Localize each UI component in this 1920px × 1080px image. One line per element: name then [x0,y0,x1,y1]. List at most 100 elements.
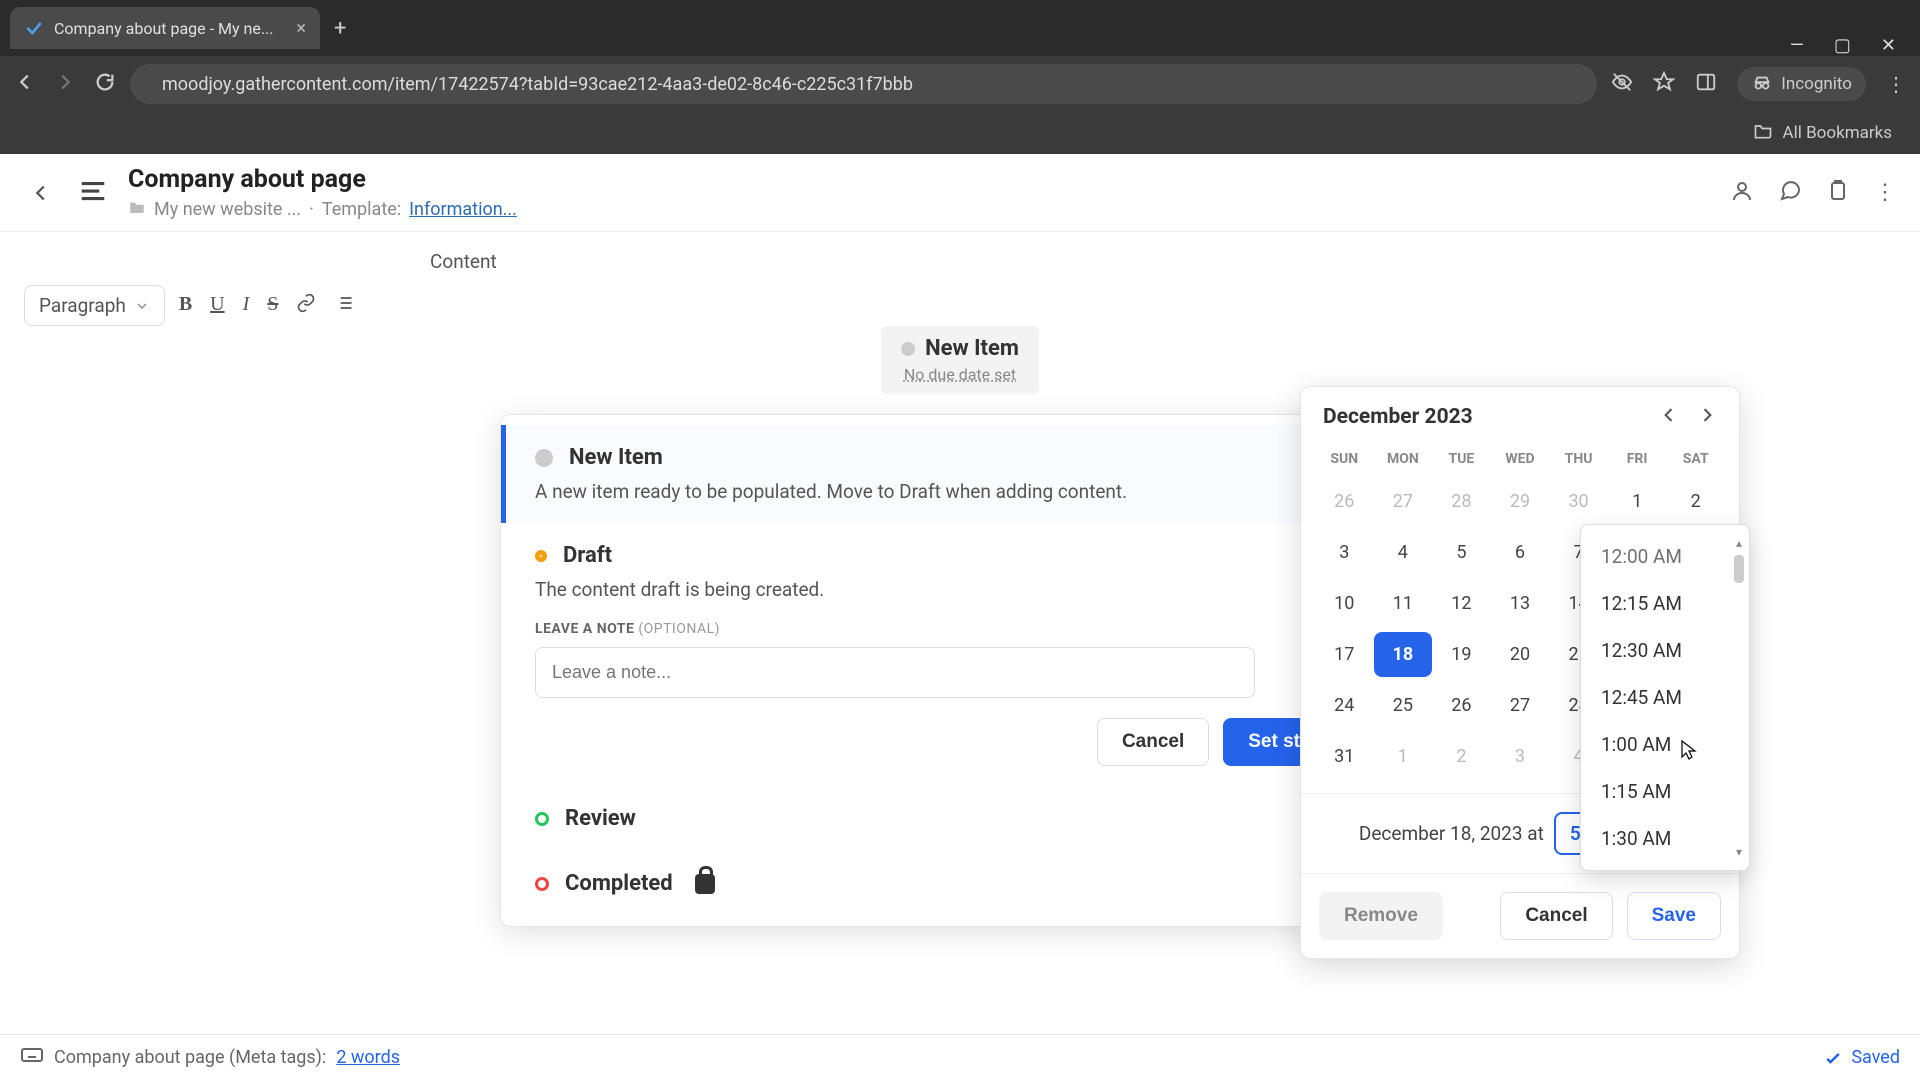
browser-tab-strip: Company about page - My ne... × + — ▢ ✕ [0,0,1920,56]
calendar-day[interactable]: 30 [1549,479,1608,524]
save-button[interactable]: Save [1627,892,1721,940]
time-option[interactable]: 1:15 AM [1581,768,1749,815]
calendar-day[interactable]: 10 [1315,581,1374,626]
list-icon[interactable] [334,293,354,319]
template-label: Template: [322,199,401,220]
minimize-icon[interactable]: — [1790,35,1804,56]
maximize-icon[interactable]: ▢ [1834,35,1851,56]
workflow-step-completed[interactable]: Completed [501,851,1409,916]
breadcrumb: My new website ... · Template: Informati… [128,198,517,221]
calendar-day[interactable]: 17 [1315,632,1374,677]
time-option[interactable]: 12:15 AM [1581,580,1749,627]
comments-icon[interactable] [1778,179,1802,207]
app-container: Company about page My new website ... · … [0,154,1920,1034]
selected-date-label: December 18, 2023 at [1359,822,1544,845]
close-tab-icon[interactable]: × [296,18,306,39]
workflow-step-new-item[interactable]: New Item A new item ready to be populate… [501,425,1409,523]
calendar-day[interactable]: 20 [1491,632,1550,677]
eye-off-icon[interactable] [1611,71,1633,97]
more-icon[interactable]: ⋮ [1874,180,1896,205]
status-circle-icon [535,812,549,826]
scroll-thumb[interactable] [1734,555,1744,583]
note-input[interactable] [535,647,1255,698]
calendar-day[interactable]: 2 [1666,479,1725,524]
underline-icon[interactable]: U [210,293,224,319]
calendar-day[interactable]: 26 [1315,479,1374,524]
back-icon[interactable] [14,71,36,97]
calendar-day[interactable]: 6 [1491,530,1550,575]
calendar-day[interactable]: 26 [1432,683,1491,728]
link-icon[interactable] [296,293,316,319]
lock-icon [695,874,715,894]
cancel-button[interactable]: Cancel [1500,892,1612,940]
next-month-button[interactable] [1697,405,1717,429]
calendar-day[interactable]: 1 [1608,479,1667,524]
template-link[interactable]: Information... [409,199,517,220]
status-circle-icon [535,449,553,467]
time-option[interactable]: 1:00 AM [1581,721,1749,768]
calendar-day[interactable]: 28 [1432,479,1491,524]
close-window-icon[interactable]: ✕ [1881,35,1896,56]
menu-icon[interactable] [78,176,108,210]
calendar-day[interactable]: 1 [1374,734,1433,779]
keyboard-icon[interactable] [20,1043,44,1072]
browser-tab[interactable]: Company about page - My ne... × [10,7,320,49]
calendar-day[interactable]: 24 [1315,683,1374,728]
address-bar[interactable]: moodjoy.gathercontent.com/item/17422574?… [130,64,1597,104]
prev-month-button[interactable] [1659,405,1679,429]
calendar-day[interactable]: 31 [1315,734,1374,779]
user-icon[interactable] [1730,179,1754,207]
step-title: New Item [569,445,663,470]
remove-button[interactable]: Remove [1319,892,1443,940]
time-option[interactable]: 1:30 AM [1581,815,1749,862]
time-option[interactable]: 12:30 AM [1581,627,1749,674]
calendar-day[interactable]: 5 [1432,530,1491,575]
calendar-day[interactable]: 13 [1491,581,1550,626]
workflow-step-review[interactable]: Review [501,786,1409,851]
calendar-day[interactable]: 19 [1432,632,1491,677]
app-header: Company about page My new website ... · … [0,154,1920,232]
due-date-text[interactable]: No due date set [904,365,1016,384]
calendar-day[interactable]: 12 [1432,581,1491,626]
reload-icon[interactable] [94,71,116,97]
back-button[interactable] [24,176,58,210]
strike-icon[interactable]: S [267,293,278,319]
word-count-link[interactable]: 2 words [336,1047,400,1068]
scroll-down-icon[interactable]: ▾ [1731,844,1747,860]
status-pill[interactable]: New Item No due date set [881,326,1039,394]
step-title: Completed [565,871,673,896]
time-option[interactable]: 12:00 AM [1581,533,1749,580]
time-option[interactable]: 12:45 AM [1581,674,1749,721]
calendar-day[interactable]: 2 [1432,734,1491,779]
all-bookmarks-link[interactable]: All Bookmarks [1783,123,1892,143]
breadcrumb-folder[interactable]: My new website ... [154,199,301,220]
status-circle-icon [535,877,549,891]
calendar-day[interactable]: 3 [1491,734,1550,779]
day-of-week: MON [1374,445,1433,473]
clipboard-icon[interactable] [1826,179,1850,207]
calendar-day[interactable]: 27 [1374,479,1433,524]
forward-icon [54,71,76,97]
new-tab-button[interactable]: + [320,16,360,41]
saved-label: Saved [1851,1047,1900,1068]
calendar-day[interactable]: 3 [1315,530,1374,575]
calendar-day[interactable]: 27 [1491,683,1550,728]
italic-icon[interactable]: I [243,293,250,319]
calendar-day[interactable]: 4 [1374,530,1433,575]
cancel-button[interactable]: Cancel [1097,718,1209,766]
bold-icon[interactable]: B [179,293,192,319]
scrollbar[interactable]: ▴ ▾ [1731,535,1747,860]
kebab-menu-icon[interactable]: ⋮ [1886,72,1906,96]
tab-content[interactable]: Content [430,250,497,273]
calendar-day[interactable]: 11 [1374,581,1433,626]
scroll-up-icon[interactable]: ▴ [1731,535,1747,551]
incognito-badge[interactable]: Incognito [1737,67,1866,101]
calendar-day[interactable]: 18 [1374,632,1433,677]
paragraph-select[interactable]: Paragraph [24,285,165,326]
sidepanel-icon[interactable] [1695,71,1717,97]
time-dropdown[interactable]: 12:00 AM12:15 AM12:30 AM12:45 AM1:00 AM1… [1580,524,1750,871]
calendar-day[interactable]: 25 [1374,683,1433,728]
workflow-step-draft[interactable]: Draft The content draft is being created… [501,523,1409,786]
star-icon[interactable] [1653,71,1675,97]
calendar-day[interactable]: 29 [1491,479,1550,524]
